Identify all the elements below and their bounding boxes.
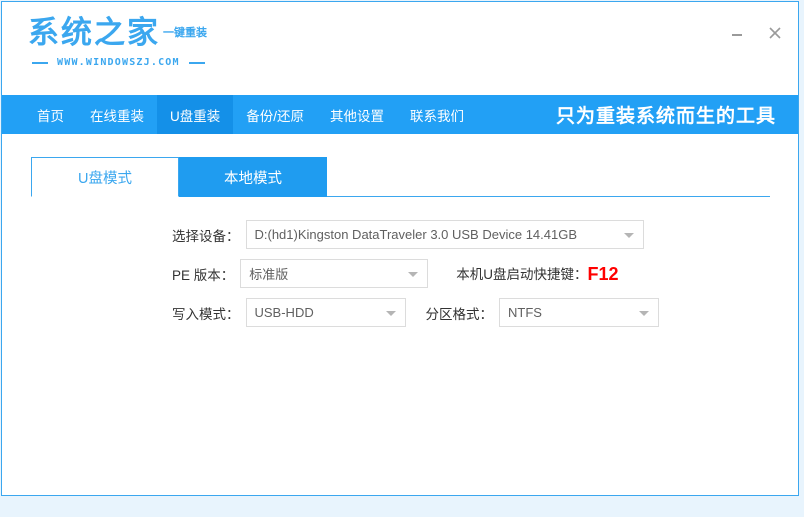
device-value: D:(hd1)Kingston DataTraveler 3.0 USB Dev… [247, 227, 602, 242]
nav-item-other-settings[interactable]: 其他设置 [317, 95, 397, 134]
main-window: 系统之家一键重装 WWW.WINDOWSZJ.COM [1, 1, 799, 496]
brand-url: WWW.WINDOWSZJ.COM [57, 57, 180, 68]
brand-name: 系统之家 [28, 15, 160, 50]
boot-hotkey-value: F12 [588, 264, 619, 284]
window-controls [728, 24, 784, 42]
boot-hotkey-label: 本机U盘启动快捷键： [456, 267, 587, 282]
pe-version-label: PE 版本： [172, 264, 234, 284]
nav-item-home[interactable]: 首页 [24, 95, 77, 134]
tab-label: 本地模式 [224, 167, 282, 188]
pe-version-value: 标准版 [241, 264, 312, 283]
chevron-down-icon [386, 311, 396, 316]
partition-format-select[interactable]: NTFS [499, 298, 659, 327]
partition-format-value: NTFS [500, 305, 566, 320]
dash-left-icon [32, 62, 48, 64]
nav-slogan: 只为重装系统而生的工具 [556, 95, 776, 134]
dash-right-icon [189, 62, 205, 64]
brand-logo: 系统之家一键重装 WWW.WINDOWSZJ.COM [28, 16, 248, 78]
chevron-down-icon [624, 233, 634, 238]
nav-item-label: 其他设置 [330, 105, 384, 125]
write-mode-value: USB-HDD [247, 305, 338, 320]
brand-url-row: WWW.WINDOWSZJ.COM [32, 57, 248, 68]
navigation-bar: 首页 在线重装 U盘重装 备份/还原 其他设置 联系我们 只为重装系统而生的 [2, 95, 798, 134]
tab-label: U盘模式 [78, 167, 132, 188]
nav-item-label: 首页 [37, 105, 64, 125]
nav-item-contact-us[interactable]: 联系我们 [397, 95, 477, 134]
nav-item-online-reinstall[interactable]: 在线重装 [77, 95, 157, 134]
nav-item-label: 联系我们 [410, 105, 464, 125]
nav-item-label: 在线重装 [90, 105, 144, 125]
write-mode-row: 写入模式： USB-HDD 分区格式： NTFS [172, 298, 659, 327]
nav-item-usb-reinstall[interactable]: U盘重装 [157, 95, 233, 134]
usb-mode-panel: 选择设备： D:(hd1)Kingston DataTraveler 3.0 U… [2, 197, 798, 455]
title-bar: 系统之家一键重装 WWW.WINDOWSZJ.COM [2, 2, 798, 95]
nav-item-label: U盘重装 [170, 105, 220, 125]
device-row: 选择设备： D:(hd1)Kingston DataTraveler 3.0 U… [172, 220, 644, 249]
pe-version-row: PE 版本： 标准版 本机U盘启动快捷键：F12 [172, 259, 619, 288]
close-icon [767, 25, 783, 41]
chevron-down-icon [408, 272, 418, 277]
partition-format-label: 分区格式： [426, 303, 494, 323]
tab-list: U盘模式 本地模式 [31, 157, 798, 197]
application-window: 系统之家一键重装 WWW.WINDOWSZJ.COM [0, 0, 804, 517]
nav-item-backup-restore[interactable]: 备份/还原 [233, 95, 317, 134]
brand-name-row: 系统之家一键重装 [28, 16, 248, 50]
boot-hotkey-info: 本机U盘启动快捷键：F12 [456, 263, 618, 285]
close-button[interactable] [766, 24, 784, 42]
brand-suffix: 一键重装 [163, 27, 207, 39]
device-label: 选择设备： [172, 225, 240, 245]
write-mode-select[interactable]: USB-HDD [246, 298, 406, 327]
minimize-icon [729, 25, 745, 41]
tab-usb-mode[interactable]: U盘模式 [31, 157, 179, 197]
nav-item-label: 备份/还原 [246, 105, 304, 125]
device-select[interactable]: D:(hd1)Kingston DataTraveler 3.0 USB Dev… [246, 220, 644, 249]
nav-items: 首页 在线重装 U盘重装 备份/还原 其他设置 联系我们 [2, 95, 477, 134]
chevron-down-icon [639, 311, 649, 316]
pe-version-select[interactable]: 标准版 [240, 259, 428, 288]
tab-bar: U盘模式 本地模式 [2, 157, 798, 197]
write-mode-label: 写入模式： [172, 303, 240, 323]
tab-local-mode[interactable]: 本地模式 [179, 157, 327, 197]
minimize-button[interactable] [728, 24, 746, 42]
